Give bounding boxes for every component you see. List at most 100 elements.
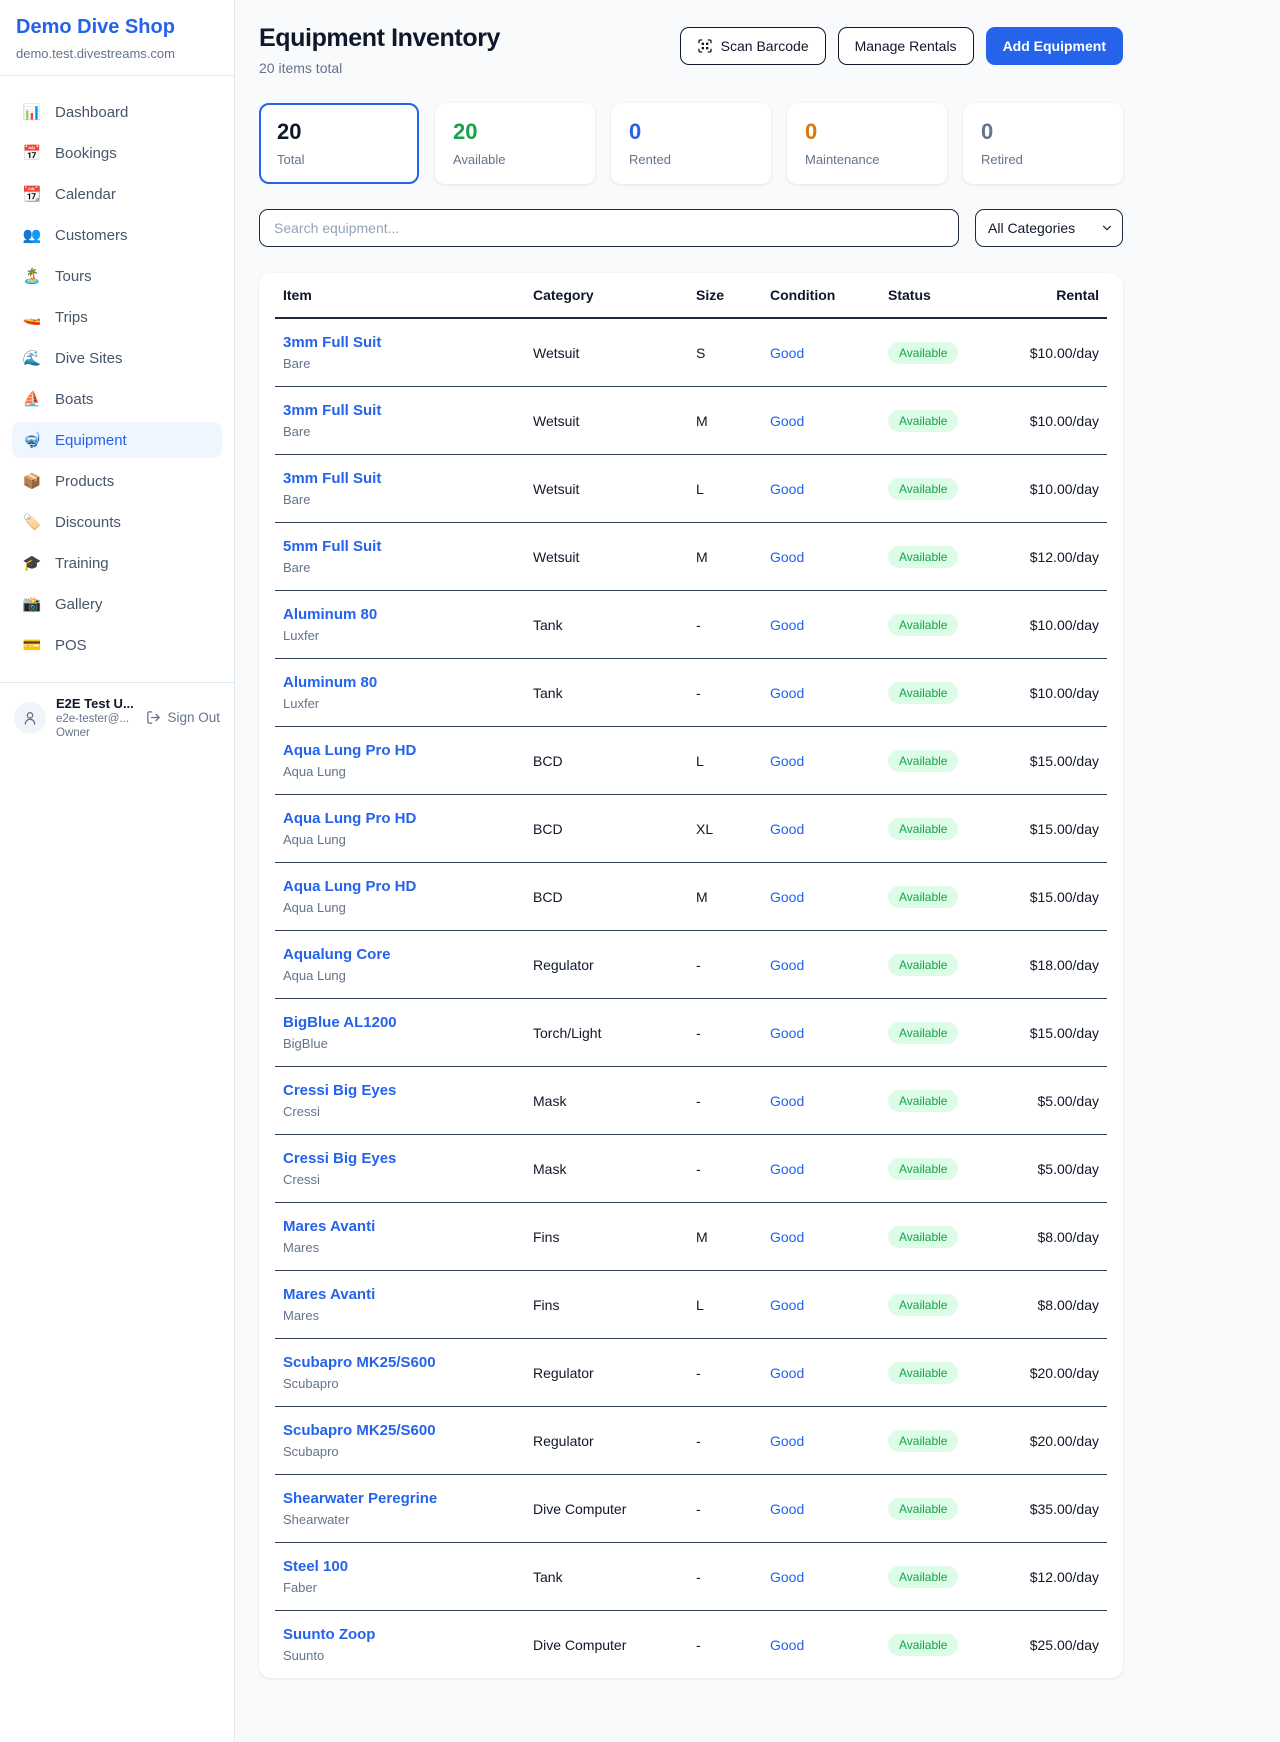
shop-domain: demo.test.divestreams.com [16,46,218,61]
item-name-link[interactable]: Aluminum 80 [283,674,517,691]
item-name-link[interactable]: Shearwater Peregrine [283,1490,517,1507]
item-name-link[interactable]: Scubapro MK25/S600 [283,1422,517,1439]
sidebar-item-dashboard[interactable]: 📊Dashboard [12,94,222,130]
stat-card-maintenance[interactable]: 0 Maintenance [787,103,947,184]
item-name-link[interactable]: 3mm Full Suit [283,402,517,419]
sidebar-item-trips[interactable]: 🚤Trips [12,299,222,335]
condition-link[interactable]: Good [770,685,804,701]
condition-link[interactable]: Good [770,1161,804,1177]
user-name: E2E Test U... [56,696,136,711]
item-brand: Cressi [283,1104,517,1119]
item-brand: Scubapro [283,1376,517,1391]
condition-link[interactable]: Good [770,1093,804,1109]
sidebar-item-label: Products [55,473,114,490]
sidebar-item-pos[interactable]: 💳POS [12,627,222,663]
condition-link[interactable]: Good [770,1025,804,1041]
condition-link[interactable]: Good [770,1365,804,1381]
condition-link[interactable]: Good [770,1637,804,1653]
item-name-link[interactable]: Mares Avanti [283,1218,517,1235]
add-equipment-button[interactable]: Add Equipment [986,27,1123,65]
sidebar-item-dive-sites[interactable]: 🌊Dive Sites [12,340,222,376]
sign-out-label: Sign Out [167,710,220,725]
condition-link[interactable]: Good [770,821,804,837]
stat-value-available: 20 [453,119,577,145]
size-cell: - [688,999,762,1067]
sidebar-item-tours[interactable]: 🏝️Tours [12,258,222,294]
sidebar-item-label: Tours [55,268,92,285]
stat-card-rented[interactable]: 0 Rented [611,103,771,184]
rental-cell: $12.00/day [1000,523,1107,591]
item-brand: Bare [283,560,517,575]
condition-link[interactable]: Good [770,1297,804,1313]
table-row: Aluminum 80 Luxfer Tank - Good Available… [275,591,1107,659]
condition-link[interactable]: Good [770,549,804,565]
item-name-link[interactable]: Steel 100 [283,1558,517,1575]
sidebar-item-customers[interactable]: 👥Customers [12,217,222,253]
condition-link[interactable]: Good [770,345,804,361]
sidebar-item-bookings[interactable]: 📅Bookings [12,135,222,171]
item-name-link[interactable]: Cressi Big Eyes [283,1150,517,1167]
sidebar-item-discounts[interactable]: 🏷️Discounts [12,504,222,540]
stat-card-retired[interactable]: 0 Retired [963,103,1123,184]
sidebar-item-equipment[interactable]: 🤿Equipment [12,422,222,458]
condition-link[interactable]: Good [770,481,804,497]
sidebar-item-label: POS [55,637,87,654]
search-input[interactable] [259,209,959,247]
item-name-link[interactable]: Scubapro MK25/S600 [283,1354,517,1371]
condition-link[interactable]: Good [770,1501,804,1517]
item-cell: Scubapro MK25/S600 Scubapro [275,1339,525,1407]
item-name-link[interactable]: 3mm Full Suit [283,470,517,487]
size-cell: S [688,318,762,387]
sign-out-button[interactable]: Sign Out [146,710,220,725]
table-row: 3mm Full Suit Bare Wetsuit S Good Availa… [275,318,1107,387]
page-header: Equipment Inventory 20 items total Scan … [259,24,1123,76]
condition-link[interactable]: Good [770,413,804,429]
sidebar-item-calendar[interactable]: 📆Calendar [12,176,222,212]
sidebar-item-gallery[interactable]: 📸Gallery [12,586,222,622]
condition-link[interactable]: Good [770,889,804,905]
category-cell: Regulator [525,1339,688,1407]
item-name-link[interactable]: Aqua Lung Pro HD [283,742,517,759]
status-cell: Available [880,1475,1000,1543]
status-cell: Available [880,727,1000,795]
stat-card-total[interactable]: 20 Total [259,103,419,184]
condition-link[interactable]: Good [770,1569,804,1585]
condition-cell: Good [762,1611,880,1679]
item-name-link[interactable]: Mares Avanti [283,1286,517,1303]
rental-price: $10.00/day [1030,413,1099,429]
status-badge: Available [888,1498,958,1520]
condition-link[interactable]: Good [770,617,804,633]
item-brand: Suunto [283,1648,517,1663]
item-name-link[interactable]: Aqualung Core [283,946,517,963]
item-name-link[interactable]: BigBlue AL1200 [283,1014,517,1031]
item-cell: 3mm Full Suit Bare [275,387,525,455]
condition-link[interactable]: Good [770,753,804,769]
item-name-link[interactable]: 3mm Full Suit [283,334,517,351]
condition-link[interactable]: Good [770,1433,804,1449]
stat-card-available[interactable]: 20 Available [435,103,595,184]
item-name-link[interactable]: Suunto Zoop [283,1626,517,1643]
stat-label-maintenance: Maintenance [805,152,929,167]
item-name-link[interactable]: 5mm Full Suit [283,538,517,555]
scan-barcode-button[interactable]: Scan Barcode [680,27,826,65]
sidebar-item-products[interactable]: 📦Products [12,463,222,499]
item-cell: BigBlue AL1200 BigBlue [275,999,525,1067]
sidebar-item-boats[interactable]: ⛵Boats [12,381,222,417]
item-cell: Shearwater Peregrine Shearwater [275,1475,525,1543]
status-cell: Available [880,931,1000,999]
item-brand: BigBlue [283,1036,517,1051]
rental-price: $12.00/day [1030,1569,1099,1585]
item-cell: Scubapro MK25/S600 Scubapro [275,1407,525,1475]
stat-cards: 20 Total 20 Available 0 Rented 0 Mainten… [259,103,1123,184]
item-name-link[interactable]: Aluminum 80 [283,606,517,623]
category-select[interactable]: All Categories [975,209,1123,247]
manage-rentals-button[interactable]: Manage Rentals [838,27,974,65]
item-name-link[interactable]: Cressi Big Eyes [283,1082,517,1099]
item-name-link[interactable]: Aqua Lung Pro HD [283,878,517,895]
condition-link[interactable]: Good [770,1229,804,1245]
sidebar-item-training[interactable]: 🎓Training [12,545,222,581]
rental-price: $15.00/day [1030,753,1099,769]
condition-link[interactable]: Good [770,957,804,973]
size-cell: - [688,659,762,727]
item-name-link[interactable]: Aqua Lung Pro HD [283,810,517,827]
